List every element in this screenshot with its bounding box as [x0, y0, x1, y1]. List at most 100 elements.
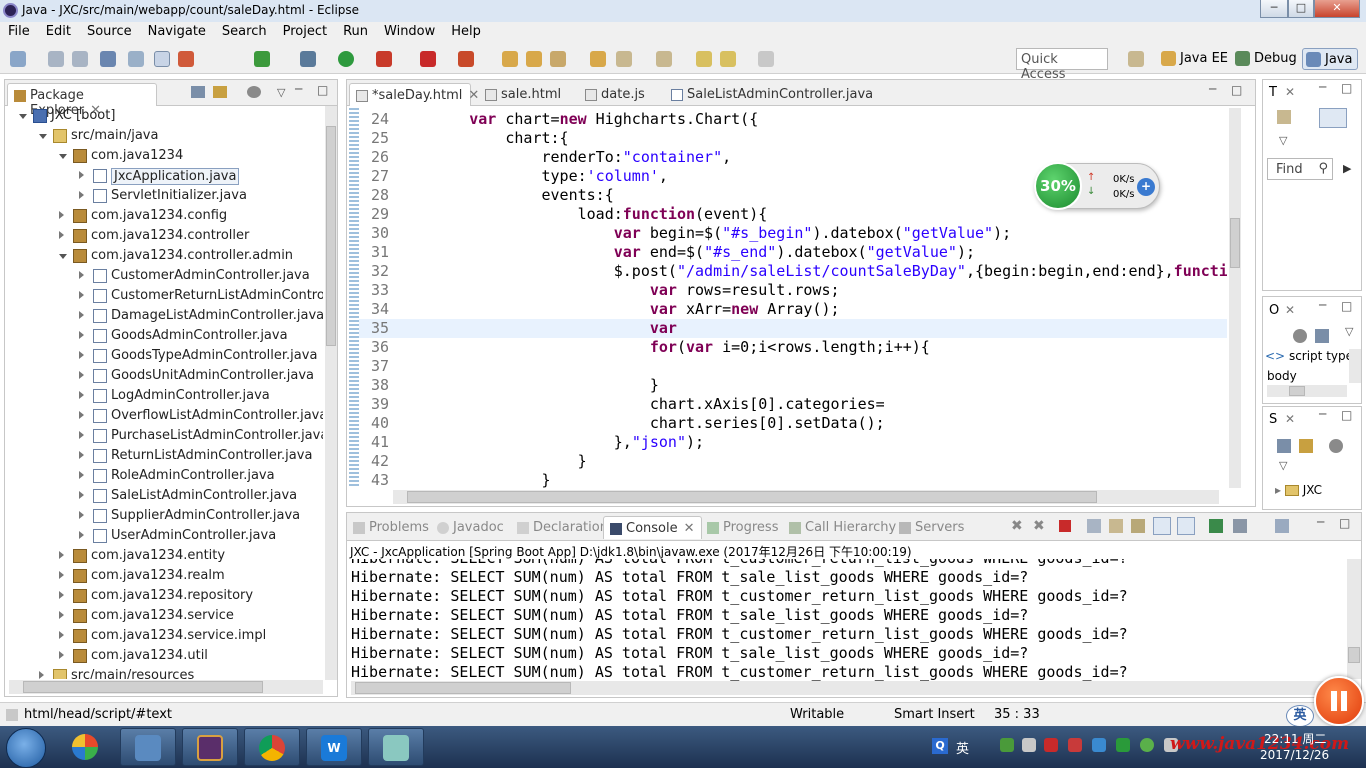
- save-all-icon[interactable]: [72, 51, 88, 67]
- clock-date[interactable]: 2017/12/26: [1260, 748, 1329, 762]
- tab-call-hierarchy[interactable]: Call Hierarchy: [783, 516, 902, 539]
- menu-window[interactable]: Window: [376, 22, 443, 39]
- close-icon[interactable]: ✕: [1285, 303, 1295, 317]
- close-icon[interactable]: ✕: [1285, 85, 1295, 99]
- code-line[interactable]: 24 var chart=new Highcharts.Chart({: [359, 110, 1227, 129]
- close-icon[interactable]: ✕: [684, 521, 695, 536]
- collapsed-icon[interactable]: [79, 291, 84, 299]
- collapsed-icon[interactable]: [59, 571, 64, 579]
- focus-icon[interactable]: [1293, 329, 1307, 343]
- collapse-all-icon[interactable]: [1277, 439, 1291, 453]
- terminal-icon[interactable]: [100, 51, 116, 67]
- debug-icon[interactable]: [300, 51, 316, 67]
- tab-servers[interactable]: Servers: [893, 516, 970, 539]
- tab-declaration[interactable]: Declaration: [511, 516, 614, 539]
- editor-hscrollbar[interactable]: [393, 490, 1219, 504]
- code-line[interactable]: 41 },"json");: [359, 433, 1227, 452]
- tree-item[interactable]: com.java1234: [5, 146, 323, 166]
- menu-search[interactable]: Search: [214, 22, 275, 39]
- perspective-java[interactable]: Java: [1302, 48, 1358, 70]
- code-line[interactable]: 39 chart.xAxis[0].categories=: [359, 395, 1227, 414]
- clear-console-icon[interactable]: [1087, 519, 1101, 533]
- collapsed-icon[interactable]: [79, 471, 84, 479]
- tree-item[interactable]: RoleAdminController.java: [5, 466, 323, 486]
- tree-item[interactable]: ServletInitializer.java: [5, 186, 323, 206]
- console-hscrollbar[interactable]: [351, 681, 1347, 695]
- tree-item[interactable]: com.java1234.controller: [5, 226, 323, 246]
- minimize-icon[interactable]: ─: [1319, 407, 1326, 421]
- collapsed-icon[interactable]: [79, 411, 84, 419]
- external-tools-icon[interactable]: [376, 51, 392, 67]
- code-line[interactable]: 32 $.post("/admin/saleList/countSaleByDa…: [359, 262, 1227, 281]
- tree-item[interactable]: src/main/resources: [5, 666, 323, 679]
- minimize-icon[interactable]: ─: [295, 82, 302, 96]
- tray-nvidia-icon[interactable]: [1000, 738, 1014, 752]
- focus-icon[interactable]: [1329, 439, 1343, 453]
- open-type-icon[interactable]: [502, 51, 518, 67]
- collapse-icon[interactable]: [1315, 329, 1329, 343]
- tree-item[interactable]: CustomerReturnListAdminController.ja: [5, 286, 323, 306]
- tree-item[interactable]: LogAdminController.java: [5, 386, 323, 406]
- show-on-output-icon[interactable]: [1153, 517, 1171, 535]
- outline-hscrollbar[interactable]: [1267, 385, 1347, 397]
- menu-run[interactable]: Run: [335, 22, 376, 39]
- maximize-icon[interactable]: □: [1231, 83, 1242, 97]
- servers-tab[interactable]: S: [1269, 412, 1277, 427]
- maximize-icon[interactable]: □: [317, 83, 328, 97]
- tree-item[interactable]: JXC [boot]: [5, 106, 323, 126]
- collapsed-icon[interactable]: [79, 511, 84, 519]
- minimize-button[interactable]: ─: [1260, 0, 1288, 18]
- console-vscrollbar[interactable]: [1347, 559, 1361, 679]
- taskbar-word[interactable]: W: [306, 728, 362, 766]
- tray-ball-icon[interactable]: [1140, 738, 1154, 752]
- collapsed-icon[interactable]: [79, 491, 84, 499]
- collapsed-icon[interactable]: [79, 331, 84, 339]
- collapsed-icon[interactable]: [79, 311, 84, 319]
- stop-icon[interactable]: [420, 51, 436, 67]
- collapsed-icon[interactable]: [59, 651, 64, 659]
- tree-item[interactable]: com.java1234.repository: [5, 586, 323, 606]
- next-annotation-icon[interactable]: [656, 51, 672, 67]
- code-line[interactable]: 37: [359, 357, 1227, 376]
- menu-help[interactable]: Help: [443, 22, 489, 39]
- open-resource-icon[interactable]: [526, 51, 542, 67]
- network-monitor[interactable]: 30% ↑ ↓ 0K/s 0K/s +: [1034, 162, 1160, 210]
- remove-all-icon[interactable]: ✖: [1033, 518, 1045, 534]
- link-editor-icon[interactable]: [213, 86, 227, 98]
- run-icon[interactable]: [338, 51, 354, 67]
- tree-item[interactable]: JxcApplication.java: [5, 166, 323, 186]
- maximize-icon[interactable]: □: [1341, 81, 1352, 95]
- minimize-icon[interactable]: ─: [1209, 82, 1216, 96]
- tab-salelistadmincontroller-java[interactable]: SaleListAdminController.java: [665, 83, 879, 106]
- tray-security-icon[interactable]: [1068, 738, 1082, 752]
- tab-date-js[interactable]: date.js: [579, 83, 651, 106]
- menu-edit[interactable]: Edit: [38, 22, 79, 39]
- toggle-mark-icon[interactable]: [154, 51, 170, 67]
- code-line[interactable]: 31 var end=$("#s_end").datebox("getValue…: [359, 243, 1227, 262]
- minimize-icon[interactable]: ─: [1319, 80, 1326, 94]
- quick-access-input[interactable]: Quick Access: [1016, 48, 1108, 82]
- tree-item[interactable]: GoodsAdminController.java: [5, 326, 323, 346]
- collapsed-icon[interactable]: [79, 271, 84, 279]
- tree-item[interactable]: SupplierAdminController.java: [5, 506, 323, 526]
- close-icon[interactable]: ✕: [1285, 412, 1295, 426]
- clock-time[interactable]: 22:11 周二: [1264, 730, 1326, 747]
- expanded-icon[interactable]: [59, 154, 67, 159]
- view-menu-icon[interactable]: ▽: [1279, 134, 1287, 147]
- new-icon[interactable]: [10, 51, 26, 67]
- focus-icon[interactable]: [247, 86, 261, 98]
- open-perspective-icon[interactable]: [1128, 51, 1144, 67]
- q-icon[interactable]: Q: [932, 738, 948, 754]
- code-line[interactable]: 36 for(var i=0;i<rows.length;i++){: [359, 338, 1227, 357]
- view-menu-icon[interactable]: ▽: [1345, 325, 1353, 338]
- color-icon[interactable]: [178, 51, 194, 67]
- collapsed-icon[interactable]: [59, 631, 64, 639]
- terminate-icon[interactable]: ✖: [1011, 518, 1023, 534]
- perspective-debug[interactable]: Debug: [1232, 48, 1301, 70]
- menu-project[interactable]: Project: [275, 22, 335, 39]
- view-menu-icon[interactable]: ▽: [1279, 459, 1287, 472]
- link-icon[interactable]: [1299, 439, 1313, 453]
- tree-item[interactable]: GoodsTypeAdminController.java: [5, 346, 323, 366]
- tab-javadoc[interactable]: Javadoc: [431, 516, 510, 539]
- editor-vscrollbar[interactable]: [1229, 108, 1241, 488]
